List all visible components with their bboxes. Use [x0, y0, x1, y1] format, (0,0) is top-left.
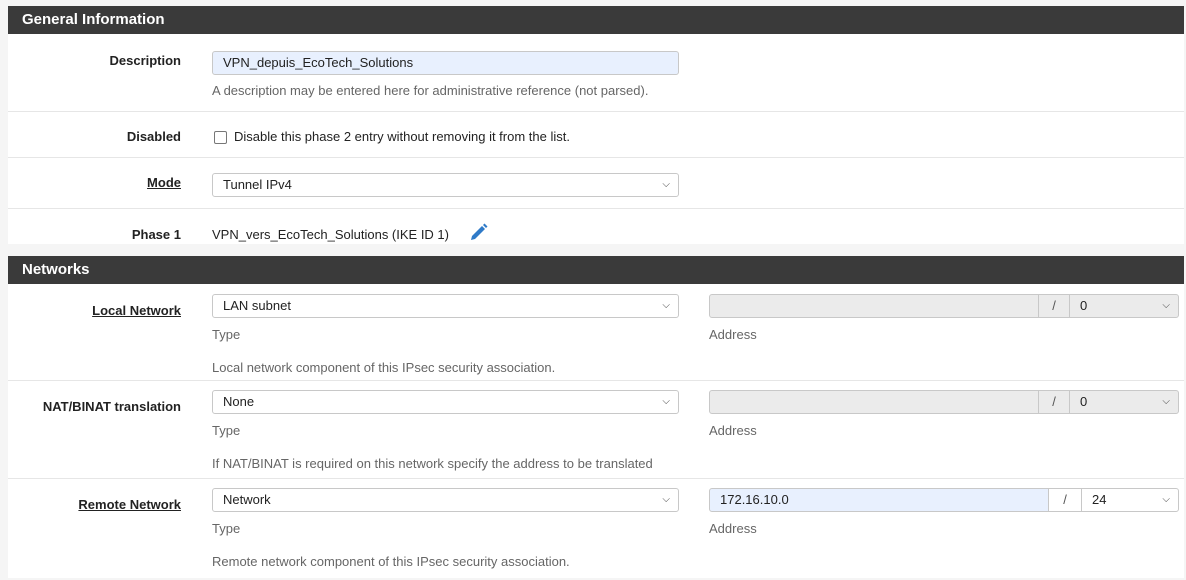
nat-binat-help: If NAT/BINAT is required on this network…	[212, 456, 653, 471]
remote-network-label[interactable]: Remote Network	[1, 497, 181, 512]
local-network-label[interactable]: Local Network	[1, 303, 181, 318]
nat-binat-cidr-value: 0	[1080, 394, 1088, 409]
description-help: A description may be entered here for ad…	[212, 83, 649, 98]
general-information-panel: General Information Description VPN_depu…	[8, 6, 1184, 244]
mode-row: Mode Tunnel IPv4 ⌵	[8, 158, 1184, 209]
nat-binat-type-select[interactable]: None ⌵	[212, 390, 679, 414]
mode-select[interactable]: Tunnel IPv4 ⌵	[212, 173, 679, 197]
chevron-down-icon: ⌵	[662, 494, 670, 505]
mode-label[interactable]: Mode	[1, 175, 181, 190]
disabled-row: Disabled Disable this phase 2 entry with…	[8, 112, 1184, 158]
general-information-heading: General Information	[8, 6, 1184, 34]
description-input[interactable]: VPN_depuis_EcoTech_Solutions	[212, 51, 679, 75]
local-network-cidr-select: 0 ⌵	[1069, 294, 1179, 318]
remote-network-address-input[interactable]: 172.16.10.0	[709, 488, 1049, 512]
remote-network-type-caption: Type	[212, 521, 241, 536]
remote-network-slash: /	[1049, 488, 1081, 512]
nat-binat-row: NAT/BINAT translation None ⌵ Type / 0 ⌵ …	[8, 381, 1184, 479]
phase1-row: Phase 1 VPN_vers_EcoTech_Solutions (IKE …	[8, 209, 1184, 244]
local-network-slash: /	[1039, 294, 1069, 318]
description-label: Description	[109, 53, 181, 68]
remote-network-address-caption: Address	[709, 521, 757, 536]
description-row: Description VPN_depuis_EcoTech_Solutions…	[8, 34, 1184, 112]
local-network-row: Local Network LAN subnet ⌵ Type / 0 ⌵ Ad…	[8, 284, 1184, 381]
nat-binat-address-caption: Address	[709, 423, 757, 438]
phase1-label: Phase 1	[131, 227, 181, 242]
nat-binat-type-value: None	[223, 394, 255, 409]
chevron-down-icon: ⌵	[1162, 494, 1170, 505]
remote-network-cidr-select[interactable]: 24 ⌵	[1081, 488, 1179, 512]
remote-network-row: Remote Network Network ⌵ Type 172.16.10.…	[8, 479, 1184, 577]
local-network-address-input	[709, 294, 1039, 318]
disabled-label: Disabled	[126, 129, 181, 144]
pencil-icon[interactable]	[469, 222, 489, 242]
mode-select-value: Tunnel IPv4	[223, 177, 292, 192]
nat-binat-address-input	[709, 390, 1039, 414]
chevron-down-icon: ⌵	[662, 300, 670, 311]
disable-checkbox[interactable]	[214, 131, 227, 144]
networks-heading: Networks	[8, 256, 1184, 284]
remote-network-cidr-value: 24	[1092, 492, 1107, 507]
nat-binat-slash: /	[1039, 390, 1069, 414]
remote-network-type-value: Network	[223, 492, 271, 507]
nat-binat-cidr-select: 0 ⌵	[1069, 390, 1179, 414]
local-network-type-caption: Type	[212, 327, 241, 342]
local-network-address-caption: Address	[709, 327, 757, 342]
nat-binat-type-caption: Type	[212, 423, 241, 438]
nat-binat-label: NAT/BINAT translation	[42, 399, 181, 414]
local-network-cidr-value: 0	[1080, 298, 1088, 313]
chevron-down-icon: ⌵	[662, 179, 670, 190]
remote-network-type-select[interactable]: Network ⌵	[212, 488, 679, 512]
chevron-down-icon: ⌵	[1162, 396, 1170, 407]
networks-panel: Networks Local Network LAN subnet ⌵ Type…	[8, 256, 1184, 578]
chevron-down-icon: ⌵	[662, 396, 670, 407]
chevron-down-icon: ⌵	[1162, 300, 1170, 311]
phase1-value: VPN_vers_EcoTech_Solutions (IKE ID 1)	[212, 227, 449, 242]
disable-checkbox-label[interactable]: Disable this phase 2 entry without remov…	[234, 129, 570, 144]
remote-network-help: Remote network component of this IPsec s…	[212, 554, 570, 569]
local-network-type-select[interactable]: LAN subnet ⌵	[212, 294, 679, 318]
local-network-type-value: LAN subnet	[223, 298, 291, 313]
local-network-help: Local network component of this IPsec se…	[212, 360, 556, 375]
